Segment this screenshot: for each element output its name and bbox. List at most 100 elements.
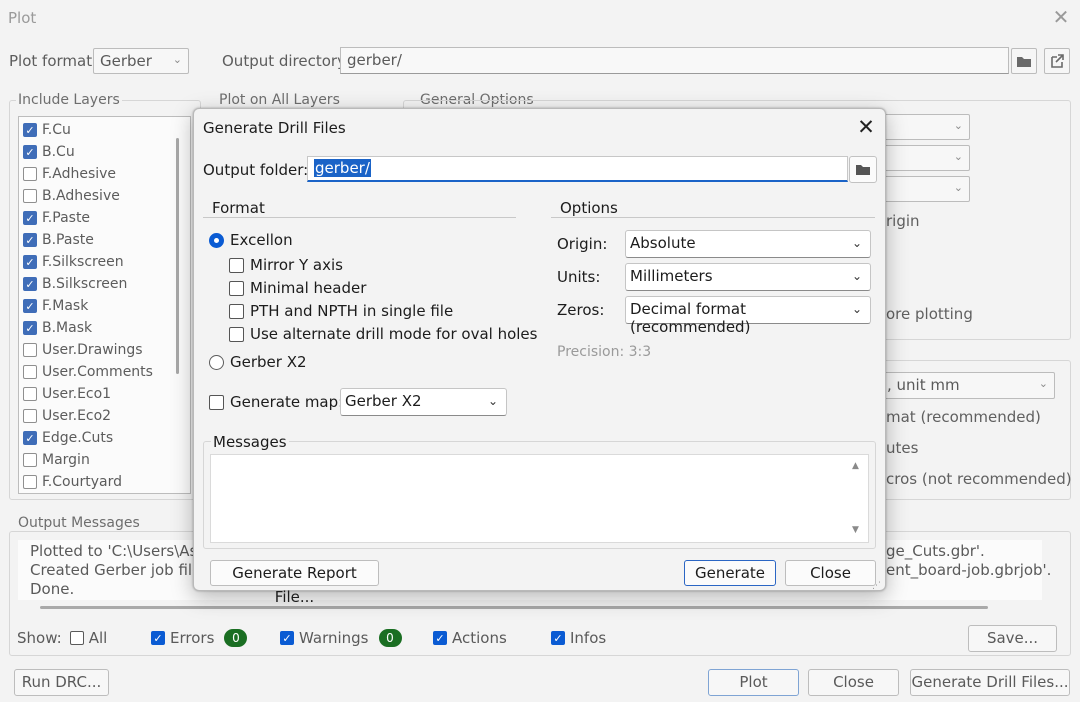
layer-checkbox[interactable]: ✓ [23,211,37,225]
mirror-y-label: Mirror Y axis [250,256,343,274]
gerber-format-combo[interactable]: , unit mm ⌄ [880,372,1055,399]
warnings-checkbox[interactable]: ✓ [280,631,294,645]
layer-item[interactable]: ✓ Edge.Cuts [23,427,113,449]
layer-checkbox[interactable]: ✓ [23,145,37,159]
plot-on-all-layers-label: Plot on All Layers [217,92,342,108]
layer-checkbox[interactable]: ✓ [23,233,37,247]
gerber-x2-radio-dot[interactable] [209,354,224,370]
layer-checkbox[interactable] [23,189,37,203]
layer-checkbox[interactable] [23,343,37,357]
layer-checkbox[interactable]: ✓ [23,299,37,313]
infos-checkbox[interactable]: ✓ [551,631,565,645]
plot-button[interactable]: Plot [708,669,799,696]
generate-button[interactable]: Generate [684,560,776,586]
layer-item[interactable]: User.Eco1 [23,383,111,405]
layer-item[interactable]: F.Courtyard [23,471,122,493]
layer-checkbox[interactable] [23,167,37,181]
run-drc-button[interactable]: Run DRC... [14,669,109,696]
chevron-down-icon: ⌄ [172,53,182,66]
layer-checkbox[interactable]: ✓ [23,431,37,445]
layer-item[interactable]: ✓ B.Cu [23,141,75,163]
minimal-header-checkbox[interactable]: Minimal header [229,278,366,298]
excellon-radio-dot[interactable] [209,232,224,248]
dialog-close-button[interactable]: Close [785,560,876,586]
layer-item[interactable]: ✓ F.Mask [23,295,88,317]
generate-map-box[interactable] [209,394,224,410]
layer-item[interactable]: F.Adhesive [23,163,116,185]
output-folder-input[interactable]: gerber/ [307,156,848,182]
pth-npth-box[interactable] [229,303,244,319]
plot-format-combo[interactable]: Gerber ⌄ [93,48,189,74]
all-checkbox[interactable] [69,631,84,645]
errors-checkbox[interactable]: ✓ [151,631,165,645]
map-format-combo[interactable]: Gerber X2 ⌄ [340,388,507,416]
scroll-down-icon[interactable]: ▼ [852,525,859,535]
layer-item[interactable]: User.Comments [23,361,153,383]
close-icon[interactable]: ✕ [854,115,878,139]
gerber-format-value: , unit mm [887,376,960,394]
layer-checkbox[interactable] [23,409,37,423]
chevron-down-icon: ⌄ [851,269,862,283]
option-combo-2[interactable]: ⌄ [880,145,970,171]
layer-label: B.Cu [42,144,75,160]
units-value: Millimeters [630,267,713,285]
layer-item[interactable]: ✓ B.Silkscreen [23,273,127,295]
alternate-drill-box[interactable] [229,326,244,342]
resize-grip-icon[interactable]: ⋰ [872,581,881,591]
layer-checkbox[interactable] [23,475,37,489]
scroll-up-icon[interactable]: ▲ [852,461,859,471]
layer-checkbox[interactable]: ✓ [23,277,37,291]
actions-checkbox[interactable]: ✓ [433,631,447,645]
layer-checkbox[interactable] [23,387,37,401]
actions-filter[interactable]: ✓ Actions [433,628,507,648]
layer-item[interactable]: ✓ B.Paste [23,229,94,251]
layer-item[interactable]: User.Drawings [23,339,143,361]
zeros-label: Zeros: [557,301,605,319]
layer-checkbox[interactable]: ✓ [23,321,37,335]
infos-filter[interactable]: ✓ Infos [551,628,606,648]
external-link-icon [1051,54,1064,68]
open-external-button[interactable] [1044,48,1070,74]
option-combo-1[interactable]: ⌄ [880,114,970,140]
layer-checkbox[interactable]: ✓ [23,123,37,137]
browse-output-folder-button[interactable] [849,156,877,183]
layer-label: B.Mask [42,320,93,336]
generate-drill-files-button[interactable]: Generate Drill Files... [910,669,1070,696]
layer-item[interactable]: ✓ B.Mask [23,317,92,339]
window-close-icon[interactable]: ✕ [1050,6,1072,28]
layer-checkbox[interactable] [23,453,37,467]
errors-filter[interactable]: ✓ Errors 0 [151,628,248,648]
save-button[interactable]: Save... [968,625,1057,652]
generate-report-file-button[interactable]: Generate Report File... [210,560,379,606]
layer-item[interactable]: ✓ F.Paste [23,207,90,229]
layer-checkbox[interactable] [23,365,37,379]
layer-item[interactable]: Margin [23,449,90,471]
mirror-y-checkbox[interactable]: Mirror Y axis [229,255,343,275]
layer-item[interactable]: ✓ F.Silkscreen [23,251,124,273]
zeros-combo[interactable]: Decimal format (recommended) ⌄ [625,296,871,336]
origin-combo[interactable]: Absolute ⌄ [625,230,871,258]
plot-close-button[interactable]: Close [808,669,899,696]
option-combo-3[interactable]: ⌄ [880,176,970,202]
minimal-header-box[interactable] [229,280,244,296]
chevron-down-icon: ⌄ [953,150,963,163]
generate-map-checkbox[interactable]: Generate map: [209,392,343,412]
browse-folder-button[interactable] [1011,48,1037,74]
options-divider [551,217,875,218]
alternate-drill-mode-checkbox[interactable]: Use alternate drill mode for oval holes [229,324,537,344]
layer-list[interactable]: ✓ F.Cu ✓ B.Cu F.Adhesive B.Adhesive ✓ F.Paste ✓ B… [18,116,191,494]
warnings-filter[interactable]: ✓ Warnings 0 [280,628,402,648]
units-combo[interactable]: Millimeters ⌄ [625,263,871,291]
output-messages-scrollbar[interactable] [40,606,988,609]
layer-list-scrollbar[interactable] [176,138,179,374]
layer-item[interactable]: ✓ F.Cu [23,119,71,141]
layer-item[interactable]: User.Eco2 [23,405,111,427]
pth-npth-single-file-checkbox[interactable]: PTH and NPTH in single file [229,301,453,321]
layer-checkbox[interactable]: ✓ [23,255,37,269]
output-folder-value: gerber/ [314,159,371,177]
mirror-y-box[interactable] [229,257,244,273]
output-directory-input[interactable]: gerber/ [340,47,1009,74]
layer-item[interactable]: B.Adhesive [23,185,120,207]
gerber-x2-radio[interactable]: Gerber X2 [209,352,307,372]
excellon-radio[interactable]: Excellon [209,230,293,250]
